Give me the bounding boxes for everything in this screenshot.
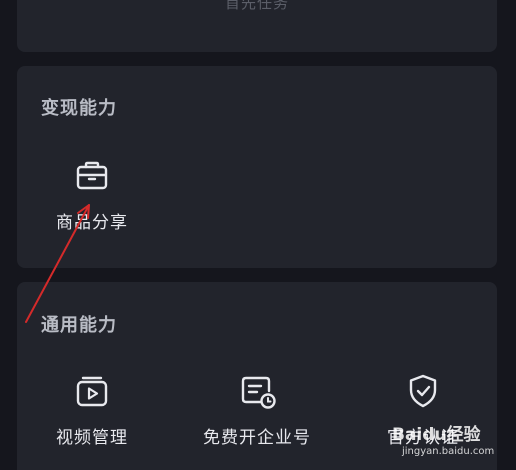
product-share-label: 商品分享 — [56, 213, 128, 233]
monetize-section: 变现能力 商品分享 — [17, 66, 497, 268]
top-card-faded-text: 首先任务 — [224, 0, 289, 12]
video-management-button[interactable]: 视频管理 — [22, 371, 162, 448]
watermark-brand: Baidu经验 — [392, 425, 481, 445]
free-enterprise-account-button[interactable]: 免费开企业号 — [187, 371, 327, 448]
video-management-label: 视频管理 — [56, 428, 128, 448]
briefcase-icon — [76, 161, 108, 190]
monetize-section-title: 变现能力 — [41, 98, 117, 119]
video-play-icon — [76, 376, 108, 407]
free-enterprise-account-label: 免费开企业号 — [203, 428, 311, 448]
top-card: 首先任务 — [17, 0, 497, 52]
shield-check-icon — [409, 374, 437, 408]
enterprise-card-clock-icon — [241, 376, 276, 409]
general-section-title: 通用能力 — [41, 315, 117, 336]
watermark-site: jingyan.baidu.com — [402, 446, 495, 457]
watermark: Baidu经验 jingyan.baidu.com — [392, 420, 494, 457]
product-share-button[interactable]: 商品分享 — [22, 156, 162, 233]
